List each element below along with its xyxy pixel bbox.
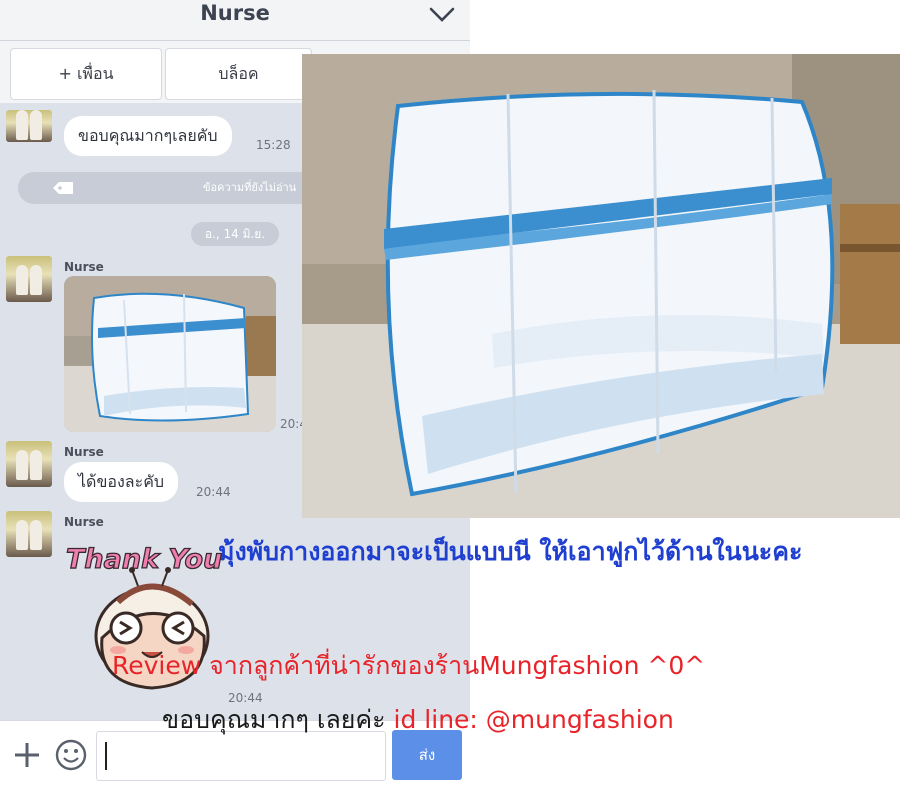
plus-icon[interactable] (12, 740, 42, 770)
emoji-icon[interactable] (54, 738, 88, 772)
tag-icon (53, 182, 73, 194)
unread-label: ข้อความที่ยังไม่อ่าน (203, 181, 297, 194)
sender-name: Nurse (64, 260, 104, 274)
avatar[interactable] (6, 256, 52, 302)
chat-title: Nurse (200, 1, 270, 25)
review-text: Review จากลูกค้าที่น่ารักของร้านMungfash… (112, 651, 706, 680)
avatar[interactable] (6, 441, 52, 487)
message-time: 15:28 (256, 138, 291, 152)
sender-name: Nurse (64, 445, 104, 459)
text-caret (105, 742, 107, 770)
chevron-down-icon[interactable] (428, 5, 456, 23)
message-text: ได้ของละคับ (78, 472, 165, 491)
message-text: ขอบคุณมากๆเลยคับ (78, 126, 218, 145)
thanks-text: ขอบคุณมากๆ เลยค่ะ (162, 705, 386, 734)
avatar[interactable] (6, 511, 52, 557)
block-label: บล็อค (218, 64, 259, 83)
send-label: ส่ง (418, 746, 436, 764)
chat-header: Nurse (0, 0, 470, 41)
message-bubble[interactable]: ได้ของละคับ (64, 462, 179, 502)
unread-divider: ข้อความที่ยังไม่อ่าน (18, 172, 318, 204)
block-button[interactable]: บล็อค (165, 48, 312, 100)
message-bubble[interactable]: ขอบคุณมากๆเลยคับ (64, 116, 232, 156)
line-id-text: id line: @mungfashion (393, 705, 674, 734)
contact-line: ขอบคุณมากๆ เลยค่ะ id line: @mungfashion (162, 700, 674, 740)
add-friend-label: + เพื่อน (58, 64, 114, 83)
mosquito-net-thumbnail[interactable] (64, 276, 276, 432)
avatar[interactable] (6, 110, 52, 142)
date-divider: อ., 14 มิ.ย. (191, 222, 279, 246)
caption-text: มุ้งพับกางออกมาจะเป็นแบบนี ให้เอาฟูกไว้ด… (218, 537, 803, 566)
sender-name: Nurse (64, 515, 104, 529)
add-friend-button[interactable]: + เพื่อน (10, 48, 162, 100)
message-time: 20:44 (196, 485, 231, 499)
mosquito-net-photo (302, 54, 900, 518)
